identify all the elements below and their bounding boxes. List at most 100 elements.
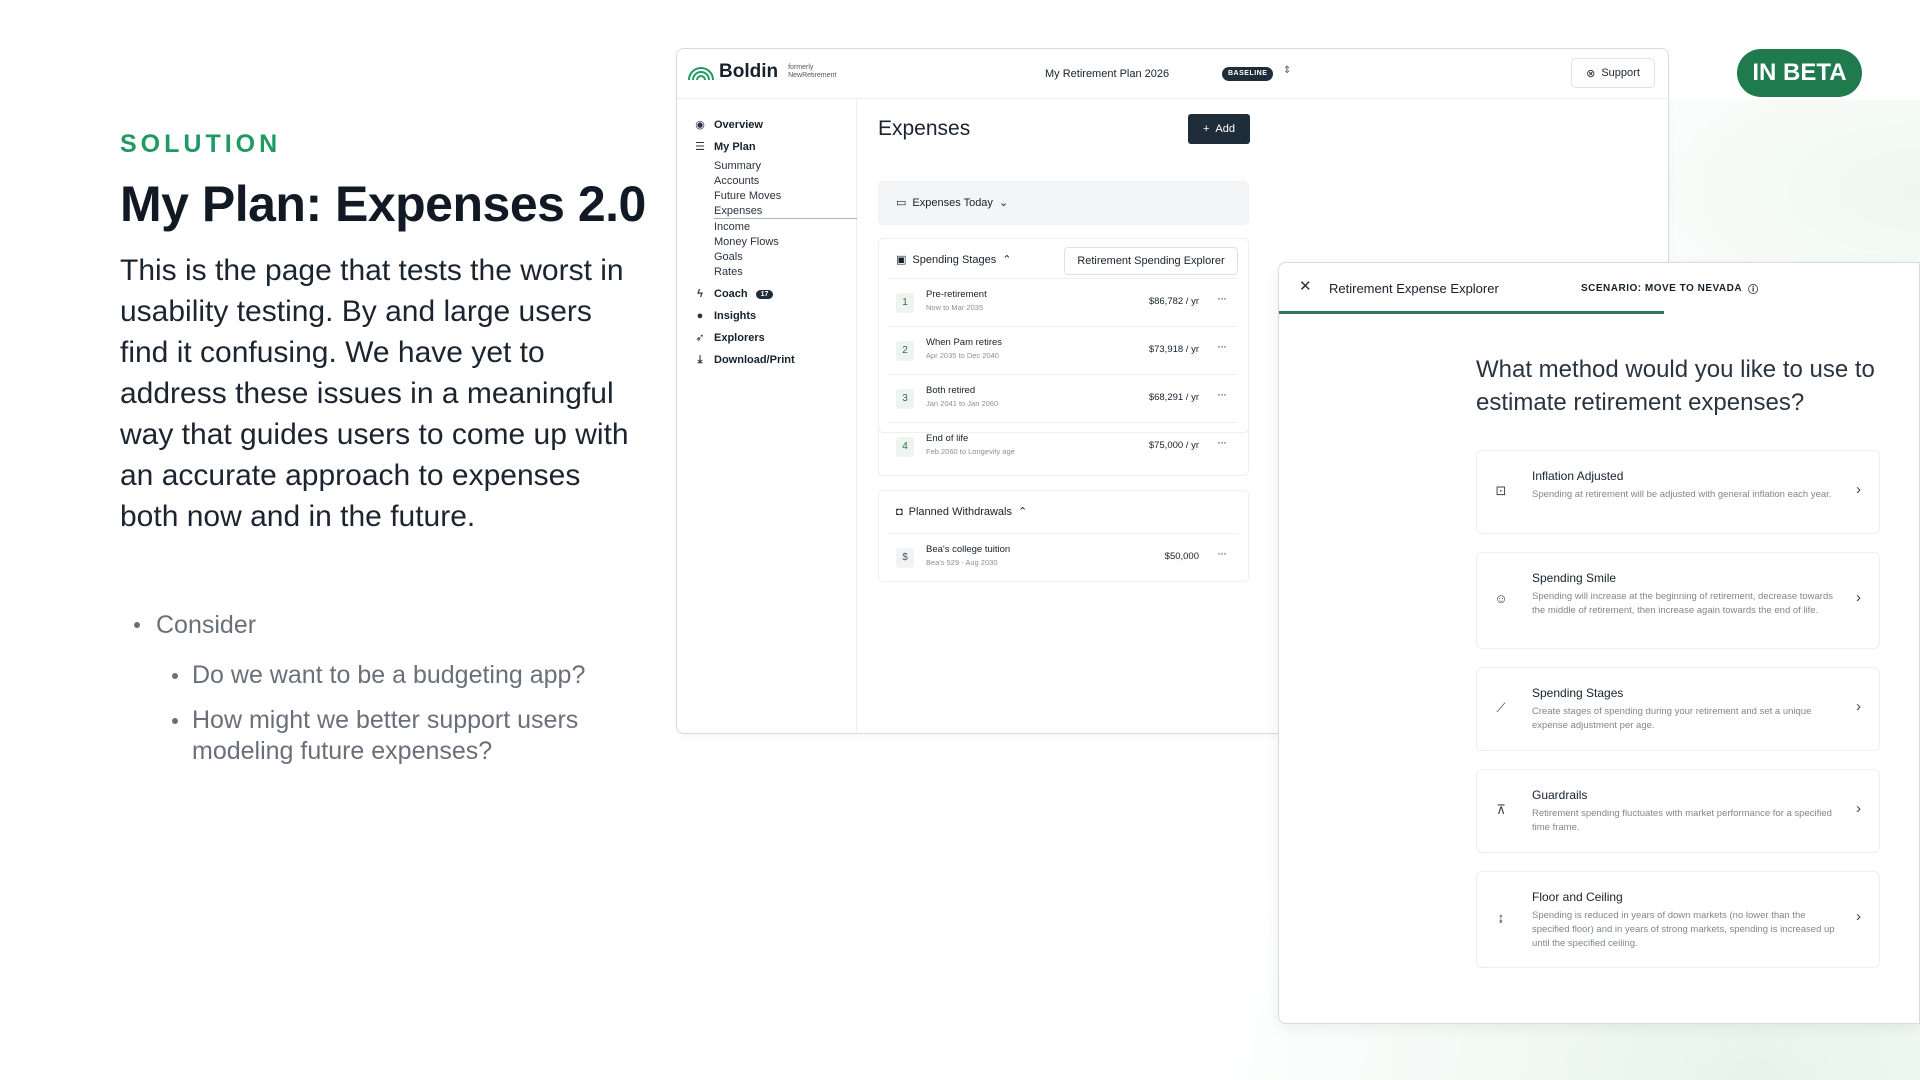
withdrawal-title: Bea's college tuition bbox=[926, 544, 1011, 555]
explorer-title: Retirement Expense Explorer bbox=[1329, 281, 1499, 296]
stage-row[interactable]: 4 End of life Feb 2060 to Longevity age … bbox=[888, 422, 1238, 470]
stage-range: Feb 2060 to Longevity age bbox=[926, 447, 1015, 456]
plus-icon: + bbox=[1202, 123, 1210, 135]
nav-label: My Plan bbox=[714, 141, 756, 153]
option-spending-smile[interactable]: ☺ Spending Smile Spending will increase … bbox=[1476, 552, 1880, 649]
support-label: Support bbox=[1601, 67, 1640, 79]
nav-overview[interactable]: ◉ Overview bbox=[694, 119, 763, 131]
option-spending-stages[interactable]: ⟋ Spending Stages Create stages of spend… bbox=[1476, 667, 1880, 751]
rainbow-logo-icon bbox=[688, 67, 714, 81]
slide-headline: My Plan: Expenses 2.0 bbox=[120, 176, 646, 232]
chevron-down-icon: ⌄ bbox=[998, 197, 1009, 209]
option-description: Spending is reduced in years of down mar… bbox=[1532, 910, 1835, 949]
bullet-consider: Consider bbox=[130, 608, 650, 642]
expenses-today-header: ▭ Expenses Today ⌄ bbox=[896, 196, 1009, 210]
expenses-today-label: Expenses Today bbox=[912, 196, 993, 209]
app-header: Boldin formerly NewRetirement My Retirem… bbox=[677, 49, 1668, 99]
option-description: Spending will increase at the beginning … bbox=[1532, 591, 1834, 616]
download-icon: ⤓ bbox=[697, 354, 703, 366]
nav-label: Overview bbox=[714, 119, 763, 131]
beta-badge: IN BETA bbox=[1737, 49, 1862, 97]
plan-name: My Retirement Plan 2026 bbox=[1045, 68, 1170, 80]
explorer-question: What method would you like to use to est… bbox=[1476, 356, 1875, 416]
option-title: Guardrails bbox=[1532, 788, 1588, 802]
sub-bullet: How might we better support users modeli… bbox=[130, 705, 650, 767]
help-circle-icon: ⊗ bbox=[1586, 67, 1596, 80]
option-inflation-adjusted[interactable]: ⊡ Inflation Adjusted Spending at retirem… bbox=[1476, 450, 1880, 534]
nav-coach[interactable]: ϟ Coach 17 bbox=[694, 288, 774, 300]
formerly-name: NewRetirement bbox=[788, 72, 837, 79]
chevron-right-icon: › bbox=[1856, 589, 1861, 606]
chevron-updown-icon: ⇕ bbox=[1283, 65, 1292, 76]
option-title: Floor and Ceiling bbox=[1532, 890, 1623, 904]
planned-withdrawals-label: Planned Withdrawals bbox=[908, 505, 1012, 518]
support-button[interactable]: ⊗ Support bbox=[1571, 58, 1655, 88]
option-title: Spending Smile bbox=[1532, 571, 1617, 585]
nav-download[interactable]: ⤓ Download/Print bbox=[694, 354, 795, 366]
baseline-badge: BASELINE bbox=[1222, 67, 1274, 81]
floor-ceiling-icon: ↨ bbox=[1497, 910, 1505, 925]
add-button[interactable]: + Add bbox=[1188, 114, 1250, 144]
nav-label: Download/Print bbox=[714, 354, 795, 366]
plan-selector[interactable]: My Retirement Plan 2026 BASELINE ⇕ bbox=[1037, 61, 1297, 87]
spending-stages-card-frame: 4 End of life Feb 2060 to Longevity age … bbox=[878, 238, 1249, 476]
option-guardrails[interactable]: ⊼ Guardrails Retirement spending fluctua… bbox=[1476, 769, 1880, 853]
nav-accounts[interactable]: Accounts bbox=[714, 175, 759, 187]
stage-amount: $75,000 / yr bbox=[1148, 440, 1199, 451]
nav-expenses[interactable]: Expenses bbox=[714, 205, 857, 219]
nav-insights[interactable]: ● Insights bbox=[694, 310, 757, 322]
explorer-progress-bar bbox=[1279, 311, 1665, 314]
stage-number: 4 bbox=[896, 437, 914, 457]
close-icon[interactable]: ✕ bbox=[1299, 277, 1312, 295]
expenses-main: Expenses + Add ▭ Expenses Today ⌄ ▣ Spen… bbox=[857, 99, 1257, 733]
chevron-up-icon: ⌃ bbox=[1018, 506, 1028, 518]
expenses-today-card[interactable]: ▭ Expenses Today ⌄ bbox=[878, 181, 1249, 225]
nav-my-plan[interactable]: ☰ My Plan bbox=[694, 141, 756, 153]
page-title: Expenses bbox=[878, 117, 971, 140]
withdrawal-row[interactable]: $ Bea's college tuition Bea's 529 - Aug … bbox=[888, 533, 1238, 581]
wallet-icon: ▭ bbox=[896, 197, 907, 209]
list-icon: ☰ bbox=[695, 141, 705, 153]
planned-withdrawals-header[interactable]: ◘ Planned Withdrawals ⌃ bbox=[896, 505, 1028, 519]
more-icon[interactable]: ··· bbox=[1217, 435, 1227, 449]
nav-goals[interactable]: Goals bbox=[714, 251, 743, 263]
piggy-bank-icon: ◘ bbox=[896, 505, 903, 518]
chevron-right-icon: › bbox=[1856, 800, 1861, 817]
lightning-icon: ϟ bbox=[697, 288, 703, 300]
nav-explorers[interactable]: ➶ Explorers bbox=[694, 332, 765, 344]
scenario-text: SCENARIO: MOVE TO NEVADA bbox=[1581, 283, 1743, 294]
nav-income[interactable]: Income bbox=[714, 221, 750, 233]
gift-icon: ⊡ bbox=[1495, 483, 1507, 498]
option-description: Retirement spending fluctuates with mark… bbox=[1532, 808, 1832, 833]
option-title: Inflation Adjusted bbox=[1532, 469, 1624, 483]
coach-count-badge: 17 bbox=[755, 289, 774, 299]
option-floor-and-ceiling[interactable]: ↨ Floor and Ceiling Spending is reduced … bbox=[1476, 871, 1880, 968]
chevron-right-icon: › bbox=[1856, 481, 1861, 498]
brand-logo[interactable]: Boldin formerly NewRetirement bbox=[687, 61, 836, 83]
sub-bullet: Do we want to be a budgeting app? bbox=[130, 660, 650, 691]
explorer-header: ✕ Retirement Expense Explorer SCENARIO: … bbox=[1279, 263, 1919, 313]
nav-money-flows[interactable]: Money Flows bbox=[714, 236, 779, 248]
smile-icon: ☺ bbox=[1494, 591, 1508, 606]
option-description: Create stages of spending during your re… bbox=[1532, 706, 1812, 731]
more-icon[interactable]: ··· bbox=[1217, 546, 1227, 560]
telescope-icon: ➶ bbox=[695, 332, 705, 344]
planned-withdrawals-card: ◘ Planned Withdrawals ⌃ $ Bea's college … bbox=[878, 490, 1249, 582]
nav-label: Insights bbox=[714, 310, 757, 322]
formerly-line: formerly bbox=[788, 64, 814, 71]
nav-label: Explorers bbox=[714, 332, 765, 344]
nav-future-moves[interactable]: Future Moves bbox=[714, 190, 781, 202]
option-title: Spending Stages bbox=[1532, 686, 1624, 700]
chevron-right-icon: › bbox=[1856, 908, 1861, 925]
road-icon: ⊼ bbox=[1496, 802, 1506, 817]
eyebrow-label: SOLUTION bbox=[120, 130, 282, 158]
nav-rates[interactable]: Rates bbox=[714, 266, 743, 278]
retirement-expense-explorer-panel: ✕ Retirement Expense Explorer SCENARIO: … bbox=[1278, 262, 1920, 1024]
nav-label: Coach bbox=[714, 288, 748, 300]
scenario-label[interactable]: SCENARIO: MOVE TO NEVADA ⓘ bbox=[1581, 281, 1759, 296]
stage-title: End of life bbox=[926, 433, 969, 444]
help-circle-icon: ⓘ bbox=[1748, 285, 1759, 296]
brand-name: Boldin bbox=[719, 61, 779, 82]
lightbulb-icon: ● bbox=[696, 310, 704, 322]
nav-summary[interactable]: Summary bbox=[714, 160, 761, 172]
